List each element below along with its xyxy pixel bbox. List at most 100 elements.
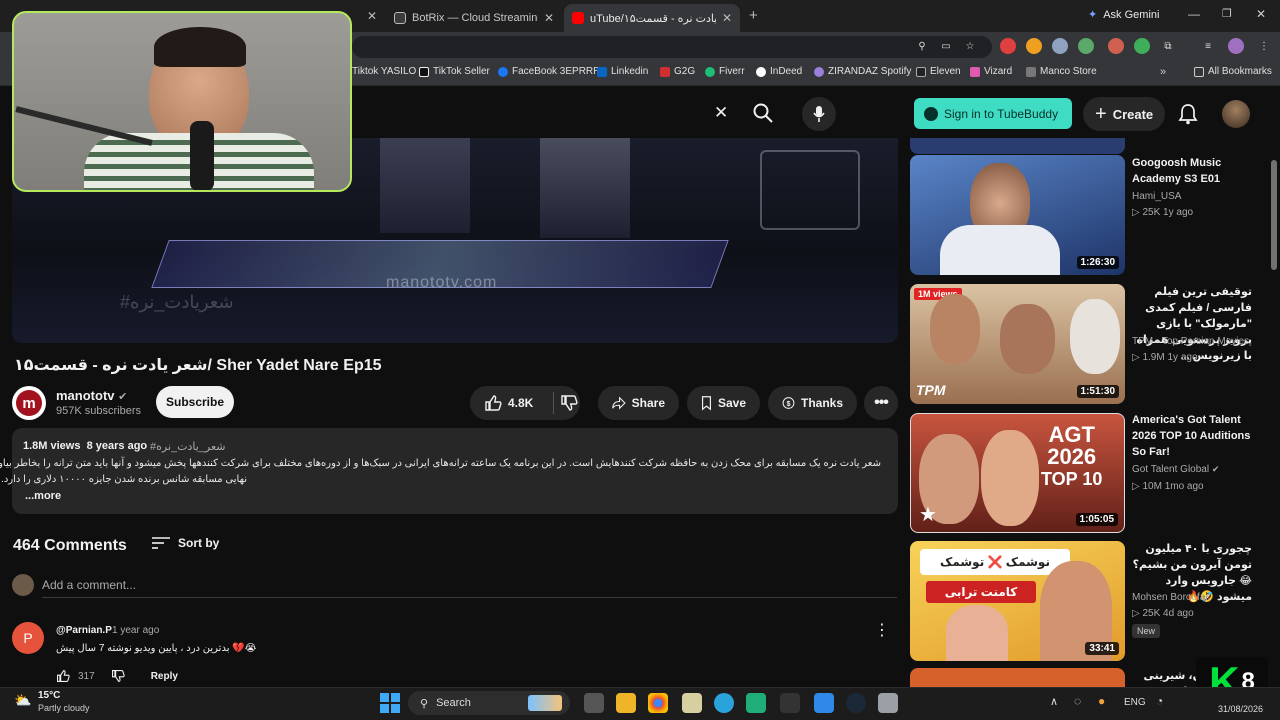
channel-name[interactable]: manototv ✔ xyxy=(56,388,127,403)
address-bar[interactable] xyxy=(352,36,992,58)
related-thumbnail[interactable]: 1:26:30 xyxy=(910,155,1125,275)
related-thumbnail[interactable]: 1M views TPM 1:51:30 xyxy=(910,284,1125,404)
tray-chevron-icon[interactable]: ∧ xyxy=(1050,695,1058,708)
new-tab-icon[interactable]: + xyxy=(749,7,758,24)
person-hair xyxy=(154,27,246,67)
ask-gemini-button[interactable]: ✦ Ask Gemini xyxy=(1088,8,1159,22)
wifi-icon[interactable]: ◔ xyxy=(1156,694,1163,708)
related-thumbnail[interactable]: AGT 2026 TOP 10 ★ 1:05:05 xyxy=(910,413,1125,533)
extension-icon[interactable] xyxy=(1052,38,1068,54)
cast-icon[interactable]: ▭ xyxy=(938,38,954,54)
description-hashtag[interactable]: #شعر_یادت_نره xyxy=(150,440,226,453)
related-channel[interactable]: Hami_USA xyxy=(1132,191,1181,202)
language-indicator[interactable]: ENG xyxy=(1124,697,1146,708)
app-icon[interactable] xyxy=(780,693,800,713)
comment-author[interactable]: @Parnian.P xyxy=(56,625,112,636)
subscribe-button[interactable]: Subscribe xyxy=(156,386,234,418)
task-view-icon[interactable] xyxy=(584,693,604,713)
sort-by-button[interactable]: Sort by xyxy=(152,536,219,550)
related-channel[interactable]: Got Talent Global ✔ xyxy=(1132,464,1219,475)
more-bookmarks-icon[interactable]: » xyxy=(1160,66,1166,78)
app-icon[interactable] xyxy=(682,693,702,713)
bookmark-item[interactable]: G2G xyxy=(660,66,695,77)
tubebuddy-signin-button[interactable]: Sign in to TubeBuddy xyxy=(914,98,1072,129)
comment-time[interactable]: 1 year ago xyxy=(112,625,159,636)
zoom-icon[interactable]: ⚲ xyxy=(914,38,930,54)
tab-youtube[interactable]: uTube/شعر یادت نره - قسمت۱۵ ✕ xyxy=(564,4,740,32)
bookmark-label: TikTok Seller xyxy=(433,66,490,77)
windows-start-icon[interactable] xyxy=(380,693,400,713)
tray-icon[interactable]: ◌ xyxy=(1074,694,1081,708)
bookmark-item[interactable]: Eleven xyxy=(916,66,961,77)
bookmark-star-icon[interactable]: ☆ xyxy=(962,38,978,54)
create-button[interactable]: + Create xyxy=(1083,97,1165,131)
all-bookmarks-button[interactable]: All Bookmarks xyxy=(1194,66,1272,77)
reply-button[interactable]: Reply xyxy=(151,671,178,682)
related-thumbnail-partial[interactable] xyxy=(910,668,1125,687)
taskbar-search[interactable]: ⚲ Search xyxy=(408,691,570,715)
bookmark-item[interactable]: FaceBook 3EPRRR xyxy=(498,66,600,77)
show-more-link[interactable]: ...more xyxy=(25,490,61,502)
extension-icon[interactable] xyxy=(1000,38,1016,54)
vscode-icon[interactable] xyxy=(814,693,834,713)
share-button[interactable]: Share xyxy=(598,386,679,420)
profile-avatar-icon[interactable] xyxy=(1228,38,1244,54)
bookmark-item[interactable]: Fiverr xyxy=(705,66,745,77)
bookmark-item[interactable]: Manco Store xyxy=(1026,66,1097,77)
related-channel[interactable]: TPM - Top Persian Movies xyxy=(1132,336,1249,347)
close-tab-icon[interactable]: ✕ xyxy=(367,9,377,23)
close-tab-icon[interactable]: ✕ xyxy=(722,11,732,25)
bookmark-item[interactable]: ZIRANDAZ Spotify xyxy=(814,66,911,77)
weather-temp[interactable]: 15°C xyxy=(38,690,60,701)
extension-icon[interactable] xyxy=(1078,38,1094,54)
chrome-icon[interactable] xyxy=(648,693,668,713)
related-thumbnail-partial[interactable] xyxy=(910,138,1125,154)
close-window-icon[interactable]: ✕ xyxy=(1256,7,1266,21)
tray-mic-icon[interactable]: ● xyxy=(1098,694,1105,708)
channel-avatar[interactable]: m xyxy=(12,386,46,420)
extension-icon[interactable] xyxy=(1134,38,1150,54)
bookmark-item[interactable]: TikTok Seller xyxy=(419,66,490,77)
add-comment-input[interactable]: Add a comment... xyxy=(42,578,136,592)
comment-menu-icon[interactable]: ⋮ xyxy=(874,620,890,640)
scrollbar-thumb[interactable] xyxy=(1271,160,1277,270)
user-avatar[interactable] xyxy=(1222,100,1250,128)
thumbs-up-icon[interactable] xyxy=(56,669,70,683)
bookmark-item[interactable]: Tiktok YASILO xyxy=(352,66,416,77)
taskbar-date[interactable]: 31/08/2026 xyxy=(1218,704,1263,714)
bookmark-item[interactable]: InDeed xyxy=(756,66,802,77)
more-actions-button[interactable]: ••• xyxy=(864,386,898,420)
related-channel[interactable]: Mohsen Boroofar xyxy=(1132,592,1209,603)
calculator-icon[interactable] xyxy=(878,693,898,713)
close-tab-icon[interactable]: ✕ xyxy=(544,11,554,25)
extension-icon[interactable] xyxy=(1108,38,1124,54)
weather-desc[interactable]: Partly cloudy xyxy=(38,703,90,713)
bookmark-item[interactable]: Vizard xyxy=(970,66,1012,77)
related-title[interactable]: America's Got Talent 2026 TOP 10 Auditio… xyxy=(1132,412,1262,460)
bookmark-item[interactable]: Linkedin xyxy=(597,66,648,77)
voice-search-icon[interactable] xyxy=(802,97,836,131)
search-icon[interactable] xyxy=(752,102,774,124)
media-control-icon[interactable]: ≡ xyxy=(1200,38,1216,54)
restore-icon[interactable]: ❐ xyxy=(1222,7,1232,20)
extension-icon[interactable] xyxy=(1026,38,1042,54)
tab-botrix[interactable]: BotRix — Cloud Streaming Bot ✕ xyxy=(386,4,562,32)
thumbs-down-icon[interactable] xyxy=(111,669,125,683)
save-button[interactable]: Save xyxy=(687,386,760,420)
related-thumbnail[interactable]: نوشمک ❌ توشمک کامنت ترابی 33:41 xyxy=(910,541,1125,661)
steam-icon[interactable] xyxy=(846,693,866,713)
thanks-button[interactable]: $ Thanks xyxy=(768,386,857,420)
telegram-icon[interactable] xyxy=(714,693,734,713)
minimize-icon[interactable]: — xyxy=(1188,7,1200,21)
file-explorer-icon[interactable] xyxy=(616,693,636,713)
related-title[interactable]: Googoosh Music Academy S3 E01 xyxy=(1132,155,1262,187)
dislike-button[interactable] xyxy=(550,386,590,420)
app-icon[interactable] xyxy=(746,693,766,713)
extensions-puzzle-icon[interactable]: ⧉ xyxy=(1160,38,1176,54)
tubebuddy-label: Sign in to TubeBuddy xyxy=(944,106,1059,121)
menu-dots-icon[interactable]: ⋮ xyxy=(1256,38,1272,54)
commenter-avatar[interactable]: P xyxy=(12,622,44,654)
notifications-bell-icon[interactable] xyxy=(1178,103,1198,125)
clear-search-icon[interactable]: ✕ xyxy=(714,103,728,123)
thumb-person xyxy=(981,430,1039,526)
